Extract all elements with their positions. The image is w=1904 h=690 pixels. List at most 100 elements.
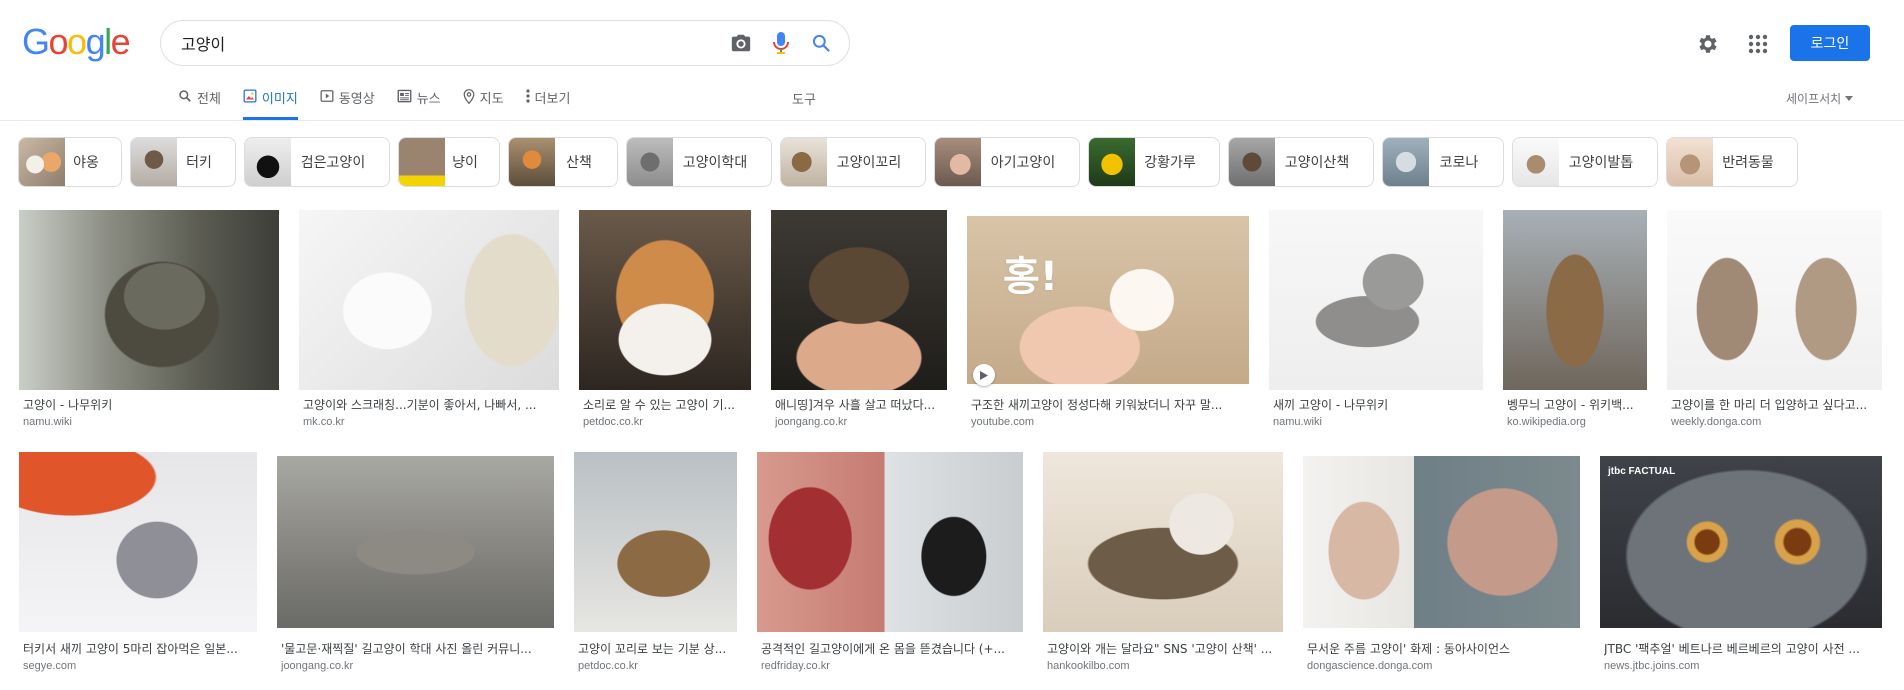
settings-gear-icon[interactable] (1692, 28, 1724, 60)
result-image[interactable] (1303, 456, 1580, 628)
google-logo[interactable]: Google (22, 21, 131, 62)
image-icon (243, 89, 257, 103)
chip-item[interactable]: 냥이 (398, 137, 500, 187)
result-image[interactable] (757, 452, 1023, 632)
image-result[interactable]: 홍! 구조한 새끼고양이 정성다해 키워놨더니 자꾸 말... youtube.… (967, 210, 1249, 440)
result-source: petdoc.co.kr (583, 416, 643, 428)
tab-label: 동영상 (338, 92, 375, 107)
result-caption: 무서운 주름 고양이' 화제 : 동아사이언스 (1307, 642, 1511, 656)
chip-item[interactable]: 아기고양이 (934, 137, 1080, 187)
image-result[interactable]: '물고문·재찍질' 길고양이 학대 사진 올린 커뮤니... joongang.… (277, 452, 554, 682)
chip-label: 코로나 (1439, 155, 1479, 171)
result-image[interactable] (574, 452, 737, 632)
tab-more[interactable]: 더보기 (525, 84, 570, 120)
chip-thumbnail (1513, 138, 1559, 186)
chip-thumbnail (1089, 138, 1135, 186)
chip-thumbnail (1667, 138, 1713, 186)
logo-letter: o (48, 21, 69, 62)
result-caption: 공격적인 길고양이에게 온 몸을 뜯겼습니다 (+... (761, 642, 1005, 656)
result-image[interactable]: jtbc FACTUAL (1600, 456, 1882, 628)
image-result[interactable]: 새끼 고양이 - 나무위키 namu.wiki (1269, 210, 1483, 440)
search-icon (179, 90, 191, 102)
chip-label: 반려동물 (1722, 155, 1774, 171)
tab-images[interactable]: 이미지 (242, 84, 298, 120)
result-image[interactable] (1667, 210, 1882, 390)
result-source: news.jtbc.joins.com (1604, 660, 1700, 672)
search-icon[interactable] (801, 21, 841, 65)
result-image[interactable] (1043, 452, 1283, 632)
tab-all[interactable]: 전체 (178, 84, 221, 120)
safesearch-dropdown[interactable]: 세이프서치 (1786, 90, 1854, 107)
apps-grid-icon[interactable] (1742, 28, 1774, 60)
tab-maps[interactable]: 지도 (463, 84, 504, 120)
image-result[interactable]: 터키서 새끼 고양이 5마리 잡아먹은 일본... segye.com (19, 452, 257, 682)
logo-letter: g (85, 21, 106, 62)
image-result[interactable]: 소리로 알 수 있는 고양이 기... petdoc.co.kr (579, 210, 751, 440)
result-image[interactable] (771, 210, 947, 390)
login-button[interactable]: 로그인 (1790, 25, 1870, 61)
result-source: dongascience.donga.com (1307, 660, 1433, 672)
chip-label: 아기고양이 (990, 155, 1056, 171)
image-result[interactable]: 애니띵]겨우 사흘 살고 떠났다... joongang.co.kr (771, 210, 947, 440)
chip-item[interactable]: 터키 (130, 137, 236, 187)
image-result[interactable]: 고양이 - 나무위키 namu.wiki (19, 210, 279, 440)
chip-item[interactable]: 고양이꼬리 (780, 137, 926, 187)
result-image[interactable]: 홍! (967, 216, 1249, 384)
image-result[interactable]: 벵무늬 고양이 - 위키백... ko.wikipedia.org (1503, 210, 1647, 440)
result-caption: 고양이 꼬리로 보는 기분 상... (578, 642, 727, 656)
microphone-icon[interactable] (761, 21, 801, 65)
chip-item[interactable]: 코로나 (1382, 137, 1504, 187)
result-image[interactable] (1269, 210, 1483, 390)
chip-item[interactable]: 반려동물 (1666, 137, 1798, 187)
image-result[interactable]: 고양이를 한 마리 더 입양하고 싶다고... weekly.donga.com (1667, 210, 1882, 440)
search-tabs: 전체 이미지 동영상 뉴스 지도 더보기 (178, 84, 592, 120)
chip-thumbnail (627, 138, 673, 186)
result-source: namu.wiki (1273, 416, 1322, 428)
chip-item[interactable]: 고양이발톱 (1512, 137, 1658, 187)
result-image[interactable] (299, 210, 559, 390)
chip-label: 터키 (186, 155, 212, 171)
search-box[interactable]: 고양이 (160, 20, 850, 66)
result-source: redfriday.co.kr (761, 660, 830, 672)
image-result[interactable]: jtbc FACTUAL JTBC '팩추얼' 베트나르 베르베르의 고양이 사… (1600, 452, 1882, 682)
chip-thumbnail (1229, 138, 1275, 186)
result-source: ko.wikipedia.org (1507, 416, 1586, 428)
result-image[interactable] (579, 210, 751, 390)
image-result[interactable]: 고양이와 개는 달라요" SNS '고양이 산책' ... hankookilb… (1043, 452, 1283, 682)
chip-item[interactable]: 산책 (508, 137, 618, 187)
chip-label: 고양이발톱 (1568, 155, 1634, 171)
chip-item[interactable]: 검은고양이 (244, 137, 390, 187)
camera-icon[interactable] (721, 21, 761, 65)
chip-label: 고양이학대 (682, 155, 748, 171)
map-pin-icon (463, 89, 475, 104)
result-caption: 고양이와 개는 달라요" SNS '고양이 산책' ... (1047, 642, 1273, 656)
image-result[interactable]: 무서운 주름 고양이' 화제 : 동아사이언스 dongascience.don… (1303, 452, 1580, 682)
result-caption: 소리로 알 수 있는 고양이 기... (583, 398, 735, 412)
tab-videos[interactable]: 동영상 (320, 84, 375, 120)
tab-news[interactable]: 뉴스 (397, 84, 441, 120)
result-source: segye.com (23, 660, 77, 672)
chip-thumbnail (935, 138, 981, 186)
chip-thumbnail (509, 138, 555, 186)
chip-thumbnail (781, 138, 827, 186)
search-input[interactable]: 고양이 (181, 31, 721, 55)
chip-item[interactable]: 고양이학대 (626, 137, 772, 187)
chip-item[interactable]: 야옹 (18, 137, 122, 187)
result-caption: 새끼 고양이 - 나무위키 (1273, 398, 1389, 412)
logo-letter: e (110, 21, 131, 62)
chip-label: 냥이 (452, 155, 478, 171)
result-caption: JTBC '팩추얼' 베트나르 베르베르의 고양이 사전 ... (1604, 642, 1860, 656)
chip-thumbnail (245, 138, 291, 186)
result-image[interactable] (277, 456, 554, 628)
chip-item[interactable]: 고양이산책 (1228, 137, 1374, 187)
tools-button[interactable]: 도구 (792, 89, 816, 108)
chip-item[interactable]: 강황가루 (1088, 137, 1220, 187)
logo-letter: o (67, 21, 87, 62)
image-result[interactable]: 고양이 꼬리로 보는 기분 상... petdoc.co.kr (574, 452, 737, 682)
image-result[interactable]: 공격적인 길고양이에게 온 몸을 뜯겼습니다 (+... redfriday.c… (757, 452, 1023, 682)
chip-label: 야옹 (73, 155, 99, 171)
result-image[interactable] (19, 210, 279, 390)
image-result[interactable]: 고양이와 스크래칭...기분이 좋아서, 나빠서, ... mk.co.kr (299, 210, 559, 440)
result-image[interactable] (19, 452, 257, 632)
result-image[interactable] (1503, 210, 1647, 390)
